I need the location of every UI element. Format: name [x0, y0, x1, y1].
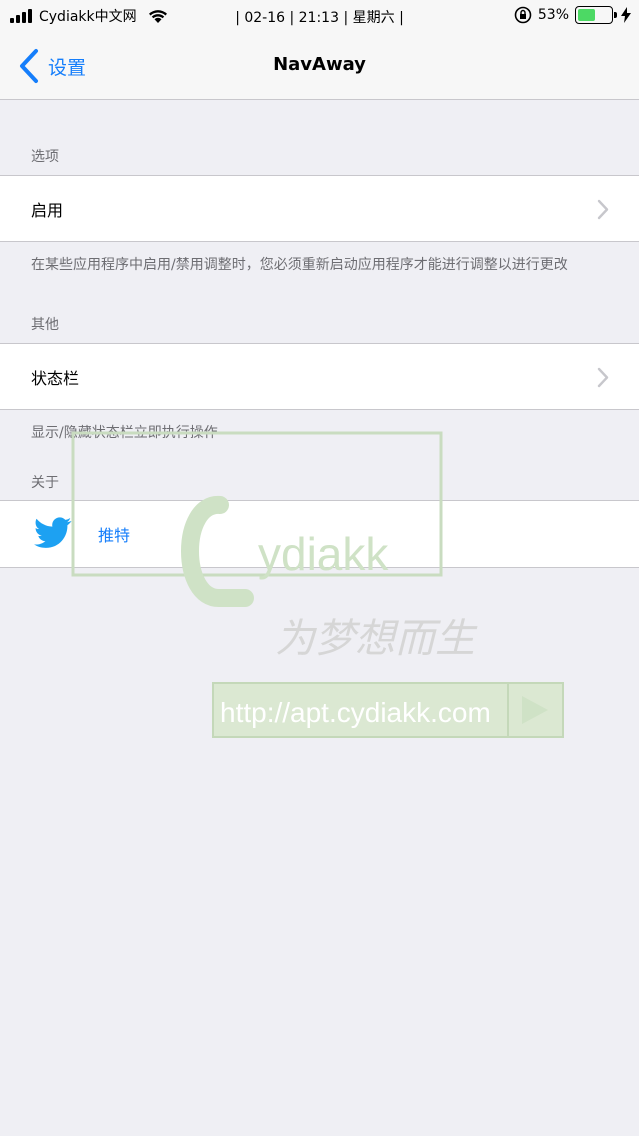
status-bar: Cydiakk中文网 | 02-16 | 21:13 | 星期六 | 53%	[0, 0, 639, 32]
chevron-right-icon	[597, 367, 609, 388]
watermark: ydiakk 为梦想而生 http://apt.cydiakk.com	[71, 431, 564, 738]
battery-level	[578, 9, 595, 21]
battery-percent: 53%	[537, 7, 569, 23]
cell-twitter-label: 推特	[98, 526, 131, 545]
section-footer-other: 显示/隐藏状态栏立即执行操作	[31, 425, 218, 441]
section-header-about: 关于	[31, 475, 59, 491]
navigation-bar: 设置 NavAway	[0, 32, 639, 100]
section-footer-options: 在某些应用程序中启用/禁用调整时，您必须重新启动应用程序才能进行调整以进行更改	[31, 257, 568, 273]
orientation-lock-icon	[514, 6, 532, 24]
section-header-other: 其他	[31, 317, 59, 333]
cell-twitter[interactable]: 推特	[0, 500, 639, 568]
section-header-options: 选项	[31, 149, 59, 165]
play-icon	[522, 696, 548, 724]
battery-icon	[575, 6, 617, 24]
chevron-right-icon	[597, 199, 609, 220]
status-right: 53%	[514, 6, 631, 24]
cell-enable-label: 启用	[31, 200, 64, 220]
cell-status-bar-label: 状态栏	[31, 368, 80, 388]
page-title: NavAway	[273, 54, 366, 75]
charging-icon	[621, 7, 631, 23]
cell-enable[interactable]: 启用	[0, 175, 639, 242]
watermark-url-box	[212, 682, 564, 738]
cell-status-bar[interactable]: 状态栏	[0, 343, 639, 410]
twitter-icon	[34, 517, 72, 548]
watermark-slogan: 为梦想而生	[275, 616, 478, 662]
watermark-url: http://apt.cydiakk.com	[220, 697, 491, 728]
